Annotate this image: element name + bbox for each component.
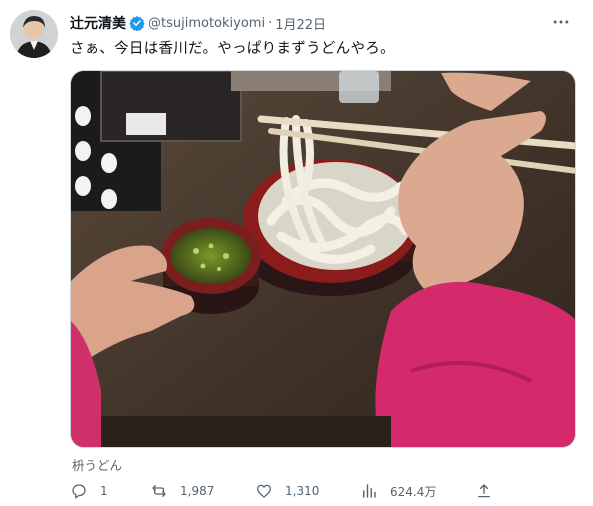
udon-photo bbox=[71, 71, 575, 447]
post-image[interactable] bbox=[70, 70, 576, 448]
verified-badge-icon bbox=[129, 16, 145, 31]
author-handle[interactable]: @tsujimotokiyomi bbox=[148, 16, 265, 31]
more-options-icon[interactable] bbox=[551, 12, 571, 32]
tweet-header: 辻元清美 @tsujimotokiyomi · 1月22日 bbox=[70, 13, 326, 33]
repost-button[interactable]: 1,987 bbox=[150, 480, 214, 502]
like-button[interactable]: 1,310 bbox=[255, 480, 319, 502]
author-name[interactable]: 辻元清美 bbox=[70, 13, 126, 33]
like-count: 1,310 bbox=[285, 484, 320, 498]
share-icon bbox=[478, 484, 490, 498]
post-text: さぁ、今日は香川だ。やっぱりまずうどんやろ。 bbox=[70, 41, 395, 57]
repost-count: 1,987 bbox=[180, 484, 215, 498]
view-count: 624.4万 bbox=[390, 484, 437, 499]
reply-button[interactable]: 1 bbox=[70, 480, 108, 502]
header-separator: · bbox=[268, 15, 273, 31]
heart-icon bbox=[256, 484, 272, 498]
share-button[interactable] bbox=[475, 480, 505, 502]
avatar[interactable] bbox=[10, 10, 58, 58]
tweet-card[interactable]: 辻元清美 @tsujimotokiyomi · 1月22日 さぁ、今日は香川だ。… bbox=[0, 0, 593, 506]
views-button[interactable]: 624.4万 bbox=[360, 480, 436, 502]
reply-icon bbox=[72, 484, 86, 499]
action-bar: 1 1,987 1,310 624.4万 bbox=[70, 480, 500, 504]
views-chart-icon bbox=[363, 484, 376, 498]
repost-icon bbox=[152, 485, 166, 497]
image-caption: 枡うどん bbox=[72, 458, 123, 473]
reply-count: 1 bbox=[100, 484, 108, 498]
post-date[interactable]: 1月22日 bbox=[275, 14, 326, 33]
avatar-photo bbox=[10, 10, 58, 58]
